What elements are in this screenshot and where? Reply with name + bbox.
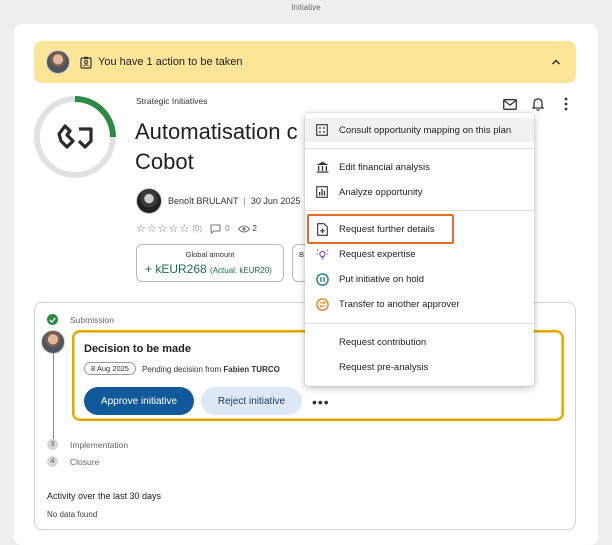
view-count: 2 bbox=[252, 224, 257, 233]
menu-item-request-expertise[interactable]: Request expertise bbox=[305, 242, 534, 266]
star-rating[interactable]: ☆☆☆☆☆ bbox=[136, 222, 190, 235]
approver-avatar bbox=[41, 330, 65, 354]
chevron-up-icon[interactable] bbox=[550, 55, 562, 67]
banner-text: You have 1 action to be taken bbox=[98, 56, 243, 68]
mail-icon[interactable] bbox=[502, 96, 518, 112]
header-actions bbox=[502, 96, 574, 112]
activity-title: Activity over the last 30 days bbox=[47, 491, 162, 501]
menu-divider bbox=[305, 148, 534, 149]
highlight-box bbox=[307, 214, 454, 244]
transfer-icon bbox=[315, 297, 329, 311]
global-amount-label: Global amount bbox=[185, 250, 235, 259]
handshake-icon bbox=[57, 124, 93, 149]
menu-item-analyze-opportunity[interactable]: Analyze opportunity bbox=[305, 180, 534, 204]
comment-icon[interactable] bbox=[210, 223, 222, 235]
step-implementation: Implementation bbox=[70, 440, 129, 450]
bar-chart-icon bbox=[315, 185, 329, 199]
mapping-icon bbox=[315, 123, 329, 137]
menu-item-transfer-approver[interactable]: Transfer to another approver bbox=[305, 292, 534, 316]
actions-menu: Consult opportunity mapping on this plan… bbox=[305, 113, 534, 386]
action-banner[interactable]: You have 1 action to be taken bbox=[34, 41, 576, 83]
comment-count: 0 bbox=[225, 224, 230, 233]
menu-divider bbox=[305, 210, 534, 211]
page-top-label: Initiative bbox=[291, 3, 321, 12]
author-line: Benoît BRULANT | 30 Jun 2025 | bbox=[136, 188, 313, 214]
progress-ring bbox=[34, 96, 116, 178]
rating-row: ☆☆☆☆☆ (0) 0 2 bbox=[136, 222, 257, 235]
menu-item-put-on-hold[interactable]: Put initiative on hold bbox=[305, 267, 534, 291]
menu-item-request-pre-analysis[interactable]: Request pre-analysis bbox=[305, 355, 534, 379]
timeline-line bbox=[53, 353, 54, 449]
clipboard-icon bbox=[79, 55, 93, 69]
activity-empty: No data found bbox=[47, 510, 98, 519]
bank-icon bbox=[315, 160, 329, 174]
global-amount-value: + kEUR268 (Actual: kEUR20) bbox=[145, 262, 272, 276]
menu-item-opportunity-mapping[interactable]: Consult opportunity mapping on this plan bbox=[305, 118, 534, 142]
more-actions-button[interactable]: ••• bbox=[312, 394, 330, 410]
menu-item-edit-financial-analysis[interactable]: Edit financial analysis bbox=[305, 155, 534, 179]
global-amount-card[interactable]: Global amount + kEUR268 (Actual: kEUR20) bbox=[136, 244, 284, 282]
reject-initiative-button[interactable]: Reject initiative bbox=[201, 387, 302, 415]
eye-icon bbox=[237, 223, 250, 235]
pending-text: Pending decision from Fabien TURCO bbox=[142, 365, 280, 374]
lightbulb-icon bbox=[315, 247, 329, 261]
bell-icon[interactable] bbox=[530, 96, 546, 112]
step-number-3: 3 bbox=[47, 439, 58, 450]
author-name[interactable]: Benoît BRULANT bbox=[168, 196, 239, 206]
rating-count: (0) bbox=[192, 224, 203, 233]
approve-initiative-button[interactable]: Approve initiative bbox=[84, 387, 194, 415]
avatar bbox=[46, 50, 70, 74]
menu-item-request-contribution[interactable]: Request contribution bbox=[305, 330, 534, 354]
step-closure: Closure bbox=[70, 457, 100, 467]
more-vert-icon[interactable] bbox=[558, 96, 574, 112]
author-date: 30 Jun 2025 bbox=[250, 196, 301, 206]
menu-divider bbox=[305, 323, 534, 324]
check-icon bbox=[47, 314, 58, 325]
breadcrumb[interactable]: Strategic Initiatives bbox=[136, 96, 207, 106]
pause-circle-icon bbox=[315, 272, 329, 286]
decision-title: Decision to be made bbox=[84, 343, 191, 355]
author-avatar[interactable] bbox=[136, 188, 162, 214]
step-submission: Submission bbox=[70, 315, 114, 325]
step-number-4: 4 bbox=[47, 456, 58, 467]
date-chip: 8 Aug 2025 bbox=[84, 362, 136, 375]
